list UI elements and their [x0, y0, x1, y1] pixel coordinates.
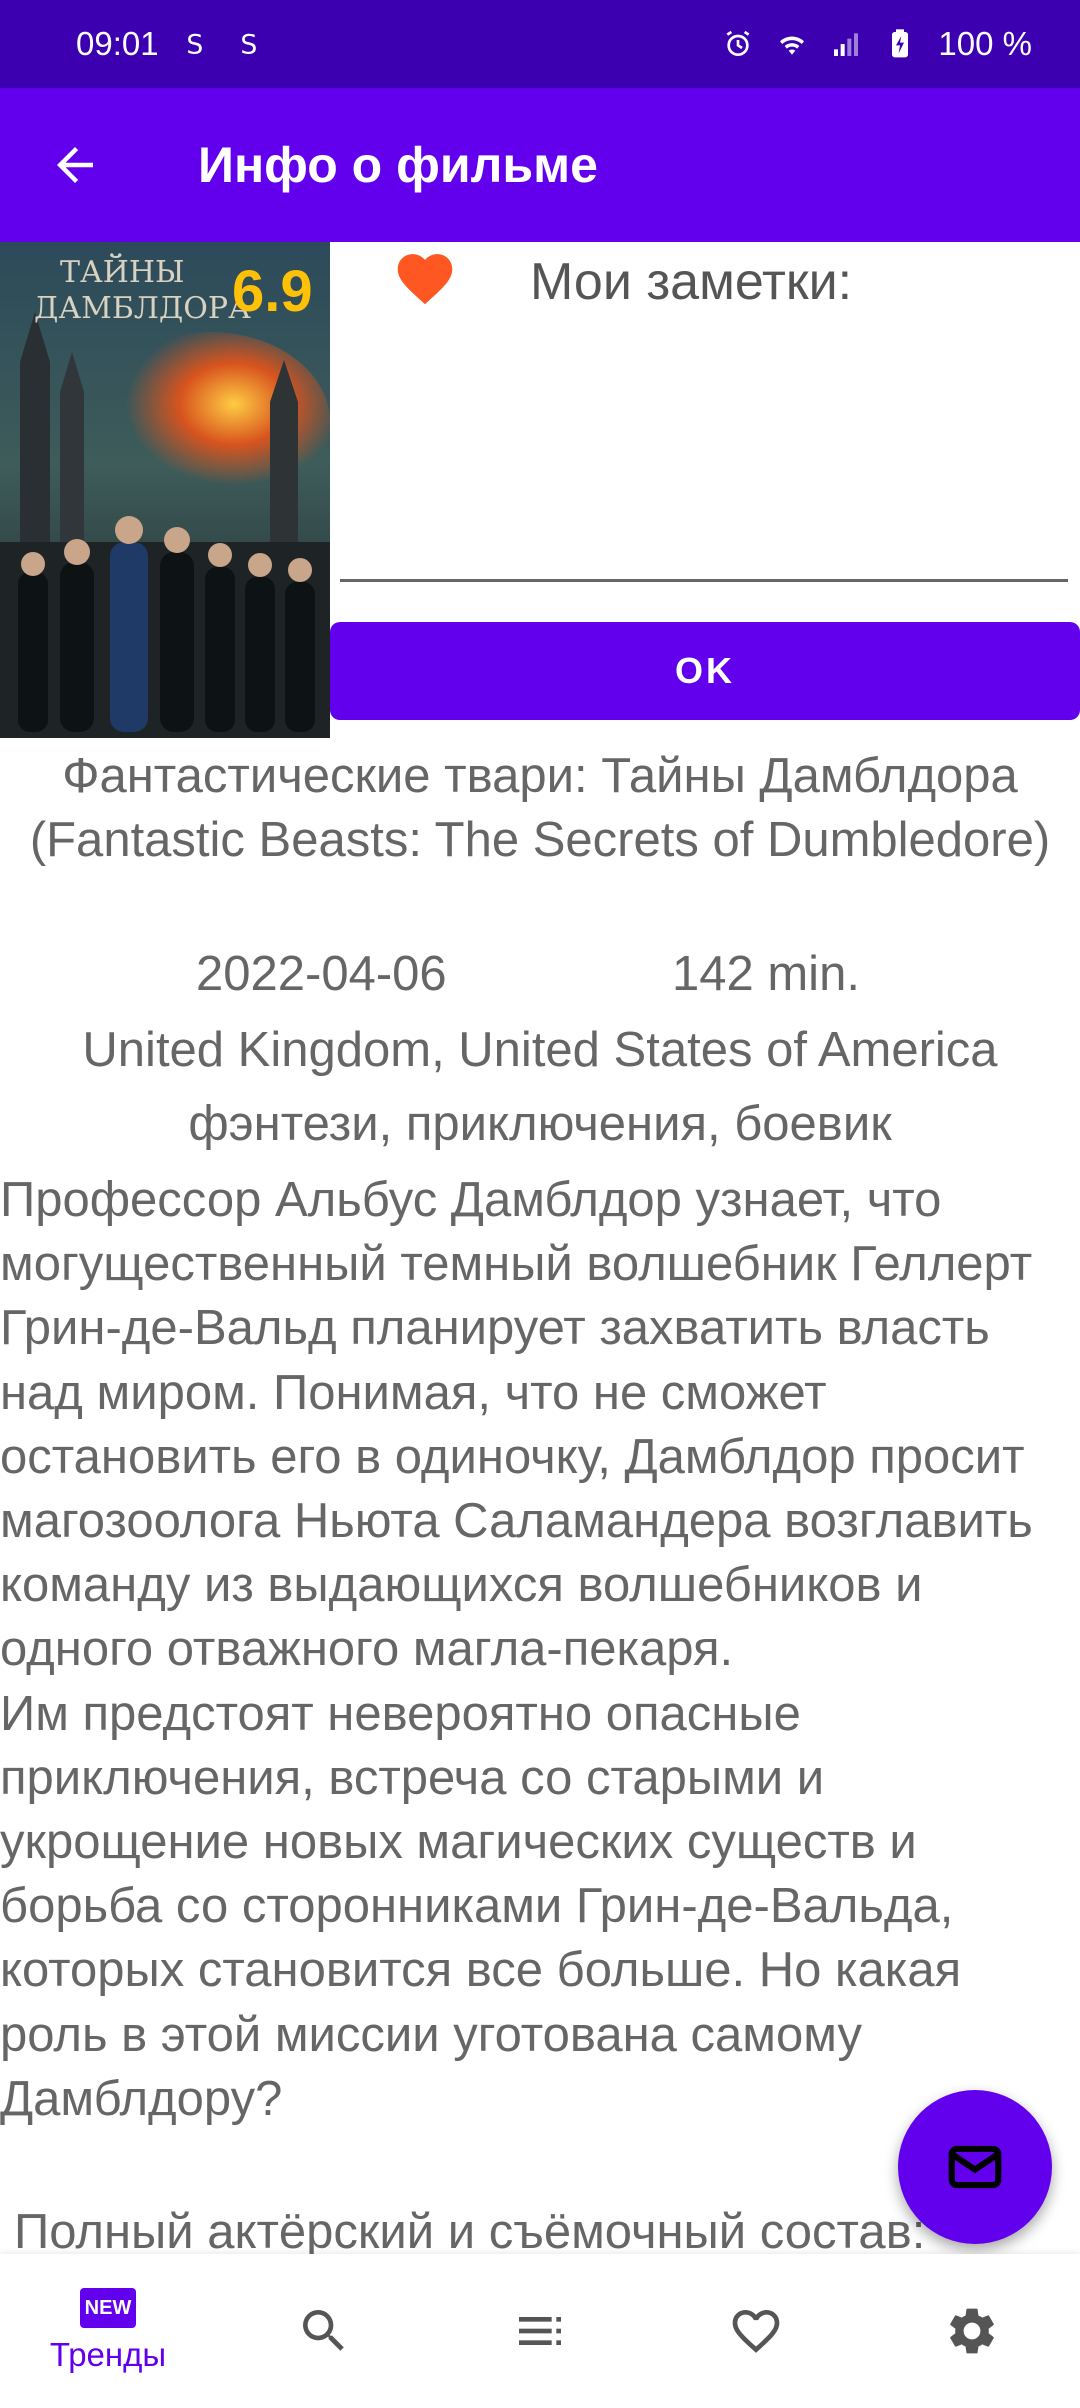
nav-item-trends[interactable]: NEW Тренды	[0, 2254, 216, 2408]
nav-item-list[interactable]	[432, 2254, 648, 2408]
nav-item-search[interactable]	[216, 2254, 432, 2408]
s-icon: S	[181, 28, 213, 60]
nav-item-favorites[interactable]	[648, 2254, 864, 2408]
message-fab[interactable]	[898, 2090, 1052, 2244]
new-badge-icon: NEW	[80, 2288, 136, 2328]
movie-title: Фантастические твари: Тайны Дамблдора (F…	[29, 749, 1051, 867]
app-bar: Инфо о фильме	[0, 88, 1080, 242]
date-duration-row: 2022-04-06 142 min.	[0, 946, 1080, 1012]
wifi-icon	[776, 28, 808, 60]
battery-level: 100 %	[938, 25, 1032, 62]
nav-item-settings[interactable]	[864, 2254, 1080, 2408]
status-time: 09:01	[76, 25, 159, 62]
bottom-navigation: NEW Тренды	[0, 2254, 1080, 2408]
alarm-icon	[722, 28, 754, 60]
page-title: Инфо о фильме	[198, 137, 598, 193]
notes-input[interactable]	[340, 320, 1068, 582]
overview: Профессор Альбус Дамблдор узнает, что мо…	[0, 1173, 1033, 2126]
status-right: 100 %	[722, 25, 1032, 63]
svg-text:S: S	[240, 29, 257, 60]
arrow-back-icon	[57, 147, 93, 183]
status-left: 09:01 S S	[76, 25, 267, 63]
countries: United Kingdom, United States of America	[82, 1023, 998, 1077]
s-icon: S	[235, 28, 267, 60]
heart-outline-icon	[732, 2310, 780, 2353]
duration: 142 min.	[672, 947, 860, 1001]
genres: фэнтези, приключения, боевик	[188, 1097, 892, 1151]
notes-label: Мои заметки:	[530, 253, 853, 311]
battery-charging-icon	[884, 28, 916, 60]
status-bar: 09:01 S S 100 %	[0, 0, 1080, 88]
release-date: 2022-04-06	[196, 947, 447, 1001]
back-button[interactable]	[0, 88, 150, 242]
rating-badge: 6.9	[232, 259, 313, 324]
svg-text:ДАМБЛДОРА: ДАМБЛДОРА	[34, 291, 251, 326]
svg-text:S: S	[186, 29, 203, 60]
signal-icon	[830, 28, 862, 60]
mail-icon	[948, 2145, 1002, 2189]
list-icon	[519, 2317, 561, 2345]
ok-button[interactable]: OK	[330, 622, 1080, 720]
svg-text:ТАЙНЫ: ТАЙНЫ	[60, 253, 185, 290]
gear-icon	[950, 2308, 994, 2354]
search-icon	[303, 2310, 344, 2351]
favorite-heart-icon[interactable]	[392, 246, 458, 306]
nav-label-trends: Тренды	[49, 2336, 167, 2373]
